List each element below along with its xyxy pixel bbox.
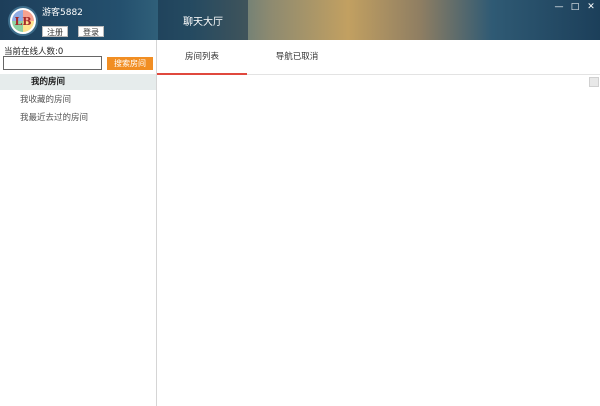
close-icon[interactable]: ✕	[585, 2, 597, 12]
sidebar-item-recent-rooms[interactable]: 我最近去过的房间	[0, 110, 156, 126]
sidebar-item-my-rooms[interactable]: 我的房间	[0, 74, 156, 90]
search-room-button[interactable]: 搜索房间	[107, 57, 153, 70]
minimize-icon[interactable]: —	[553, 2, 565, 12]
logo-text: LB	[14, 14, 32, 28]
main-tab-bar: 房间列表 导航已取消	[157, 40, 600, 75]
maximize-icon[interactable]: □	[569, 2, 581, 12]
room-search-input[interactable]	[3, 56, 102, 70]
title-bar: LB 游客5882 注册 登录 聊天大厅 — □ ✕	[0, 0, 600, 40]
register-button[interactable]: 注册	[42, 26, 68, 37]
login-button[interactable]: 登录	[78, 26, 104, 37]
main-content: 房间列表 导航已取消	[157, 40, 600, 406]
username-label: 游客5882	[42, 8, 83, 18]
app-logo: LB	[8, 6, 38, 36]
tab-navigation[interactable]: 导航已取消	[257, 40, 337, 75]
scrollbar[interactable]	[589, 77, 599, 87]
sidebar: 当前在线人数:0 搜索房间 我的房间 我收藏的房间 我最近去过的房间	[0, 40, 157, 406]
tab-room-list[interactable]: 房间列表	[157, 40, 247, 75]
tab-chat-hall[interactable]: 聊天大厅	[158, 0, 248, 40]
sidebar-item-favorite-rooms[interactable]: 我收藏的房间	[0, 92, 156, 108]
